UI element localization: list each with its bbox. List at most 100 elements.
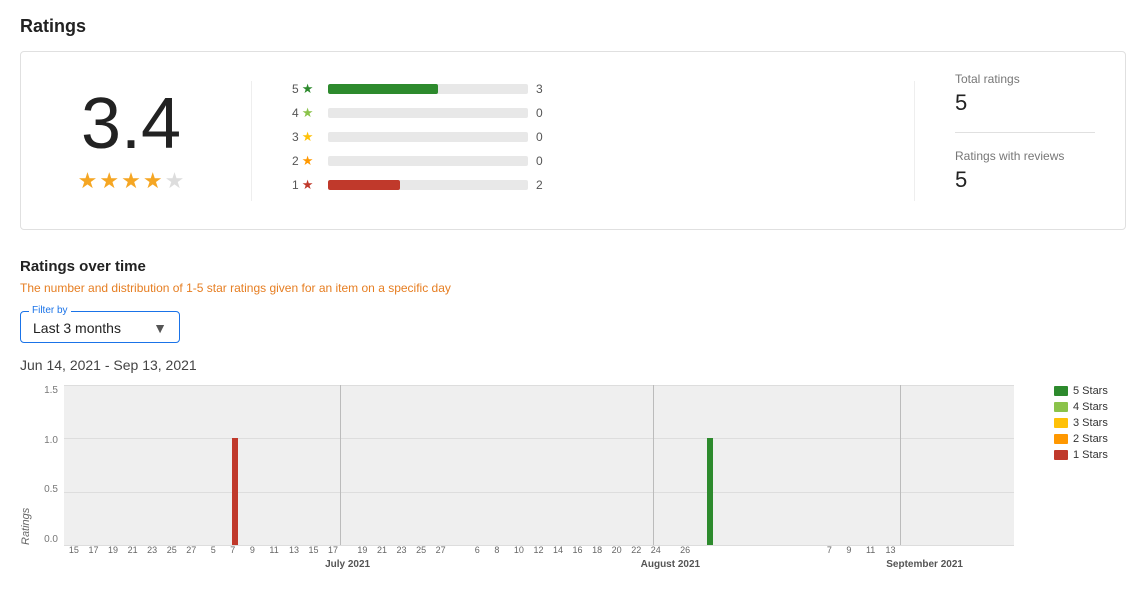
divider — [955, 132, 1095, 133]
ratings-card: 3.4 ★ ★ ★ ★ ★ 5 ★ 3 — [20, 51, 1126, 230]
tick-j17: 17 — [328, 545, 338, 555]
bar-row-3: 3 ★ 0 — [292, 129, 874, 145]
legend-2stars: 2 Stars — [1054, 433, 1122, 445]
tick-a12: 12 — [533, 545, 543, 555]
tick-a22: 22 — [631, 545, 641, 555]
bar-count-1: 2 — [536, 178, 548, 192]
bar-track-1 — [328, 180, 528, 190]
data-bar-red — [232, 438, 238, 545]
total-ratings-value: 5 — [955, 90, 1095, 116]
tick-s11: 11 — [866, 545, 875, 555]
tick-j23: 23 — [397, 545, 407, 555]
tick-17: 17 — [88, 545, 98, 555]
legend-color-1stars — [1054, 450, 1068, 460]
date-range: Jun 14, 2021 - Sep 13, 2021 — [20, 357, 1126, 373]
tick-a16: 16 — [573, 545, 583, 555]
bar-row-4: 4 ★ 0 — [292, 105, 874, 121]
bar-label-2: 2 ★ — [292, 153, 320, 169]
tick-a20: 20 — [612, 545, 622, 555]
tick-j21: 21 — [377, 545, 387, 555]
bar-count-5: 3 — [536, 82, 548, 96]
page-container: Ratings 3.4 ★ ★ ★ ★ ★ 5 ★ — [0, 0, 1146, 597]
september-divider — [900, 385, 901, 545]
bar-count-2: 0 — [536, 154, 548, 168]
tick-15: 15 — [69, 545, 79, 555]
gridline-2 — [64, 492, 1014, 493]
filter-select-row: Last 3 months ▼ — [33, 320, 167, 336]
rating-bars-section: 5 ★ 3 4 ★ 0 — [251, 81, 915, 201]
chart-with-y: 1.5 1.0 0.5 0.0 — [36, 385, 1042, 545]
bar-row-5: 5 ★ 3 — [292, 81, 874, 97]
y-labels: 1.5 1.0 0.5 0.0 — [36, 385, 64, 545]
tick-a6: 6 — [475, 545, 480, 555]
bar-label-4: 4 ★ — [292, 105, 320, 121]
tick-a26: 26 — [680, 545, 690, 555]
data-bar-green — [707, 438, 713, 545]
ratings-reviews-label: Ratings with reviews — [955, 149, 1095, 163]
chart-description: The number and distribution of 1-5 star … — [20, 281, 1126, 295]
y-label-1.0: 1.0 — [36, 435, 58, 446]
bar-count-3: 0 — [536, 130, 548, 144]
tick-j27: 27 — [436, 545, 446, 555]
bar-track-3 — [328, 132, 528, 142]
y-label-0.0: 0.0 — [36, 534, 58, 545]
filter-box[interactable]: Filter by Last 3 months ▼ — [20, 311, 180, 343]
tick-a14: 14 — [553, 545, 563, 555]
legend-label-2stars: 2 Stars — [1073, 433, 1108, 445]
july-divider — [340, 385, 341, 545]
tick-j9: 9 — [250, 545, 255, 555]
tick-j15: 15 — [309, 545, 319, 555]
filter-value: Last 3 months — [33, 320, 121, 336]
tick-27: 27 — [186, 545, 196, 555]
ratings-reviews-value: 5 — [955, 167, 1095, 193]
filter-label: Filter by — [29, 305, 71, 316]
tick-19: 19 — [108, 545, 118, 555]
star-5: ★ — [165, 168, 185, 194]
legend-3stars: 3 Stars — [1054, 417, 1122, 429]
tick-a8: 8 — [494, 545, 499, 555]
tick-a24: 24 — [651, 545, 661, 555]
legend-label-4stars: 4 Stars — [1073, 401, 1108, 413]
star-3: ★ — [121, 168, 141, 194]
star-1: ★ — [78, 168, 98, 194]
y-axis-label: Ratings — [20, 385, 32, 545]
legend-label-5stars: 5 Stars — [1073, 385, 1108, 397]
legend-color-4stars — [1054, 402, 1068, 412]
big-score-section: 3.4 ★ ★ ★ ★ ★ — [51, 88, 251, 194]
y-label-1.5: 1.5 — [36, 385, 58, 396]
tick-s9: 9 — [846, 545, 851, 555]
bar-fill-5 — [328, 84, 438, 94]
tick-j19: 19 — [357, 545, 367, 555]
bar-track-2 — [328, 156, 528, 166]
legend-label-3stars: 3 Stars — [1073, 417, 1108, 429]
tick-21: 21 — [128, 545, 138, 555]
gridline-1 — [64, 438, 1014, 439]
legend-5stars: 5 Stars — [1054, 385, 1122, 397]
tick-s7: 7 — [827, 545, 832, 555]
chart-section: Ratings over time The number and distrib… — [20, 258, 1126, 581]
bar-track-5 — [328, 84, 528, 94]
july-month-label: July 2021 — [325, 559, 370, 570]
dropdown-arrow-icon[interactable]: ▼ — [153, 320, 167, 336]
bar-count-4: 0 — [536, 106, 548, 120]
tick-j13: 13 — [289, 545, 299, 555]
tick-a18: 18 — [592, 545, 602, 555]
legend-4stars: 4 Stars — [1054, 401, 1122, 413]
legend-color-2stars — [1054, 434, 1068, 444]
legend-color-5stars — [1054, 386, 1068, 396]
bar-track-4 — [328, 108, 528, 118]
chart-title: Ratings over time — [20, 258, 1126, 275]
bar-label-1: 1 ★ — [292, 177, 320, 193]
chart-legend: 5 Stars 4 Stars 3 Stars 2 Stars 1 Stars — [1042, 385, 1122, 461]
august-month-label: August 2021 — [641, 559, 700, 570]
page-title: Ratings — [20, 16, 1126, 37]
tick-25: 25 — [167, 545, 177, 555]
legend-1stars: 1 Stars — [1054, 449, 1122, 461]
sep-month-label: September 2021 — [886, 559, 963, 570]
chart-outer: Ratings 1.5 1.0 0.5 0.0 — [20, 385, 1126, 581]
legend-color-3stars — [1054, 418, 1068, 428]
totals-section: Total ratings 5 Ratings with reviews 5 — [915, 72, 1095, 209]
star-display: ★ ★ ★ ★ ★ — [51, 168, 211, 194]
x-axis: 15 17 19 21 23 25 27 July 2021 5 7 9 11 … — [64, 545, 1042, 581]
bar-label-3: 3 ★ — [292, 129, 320, 145]
